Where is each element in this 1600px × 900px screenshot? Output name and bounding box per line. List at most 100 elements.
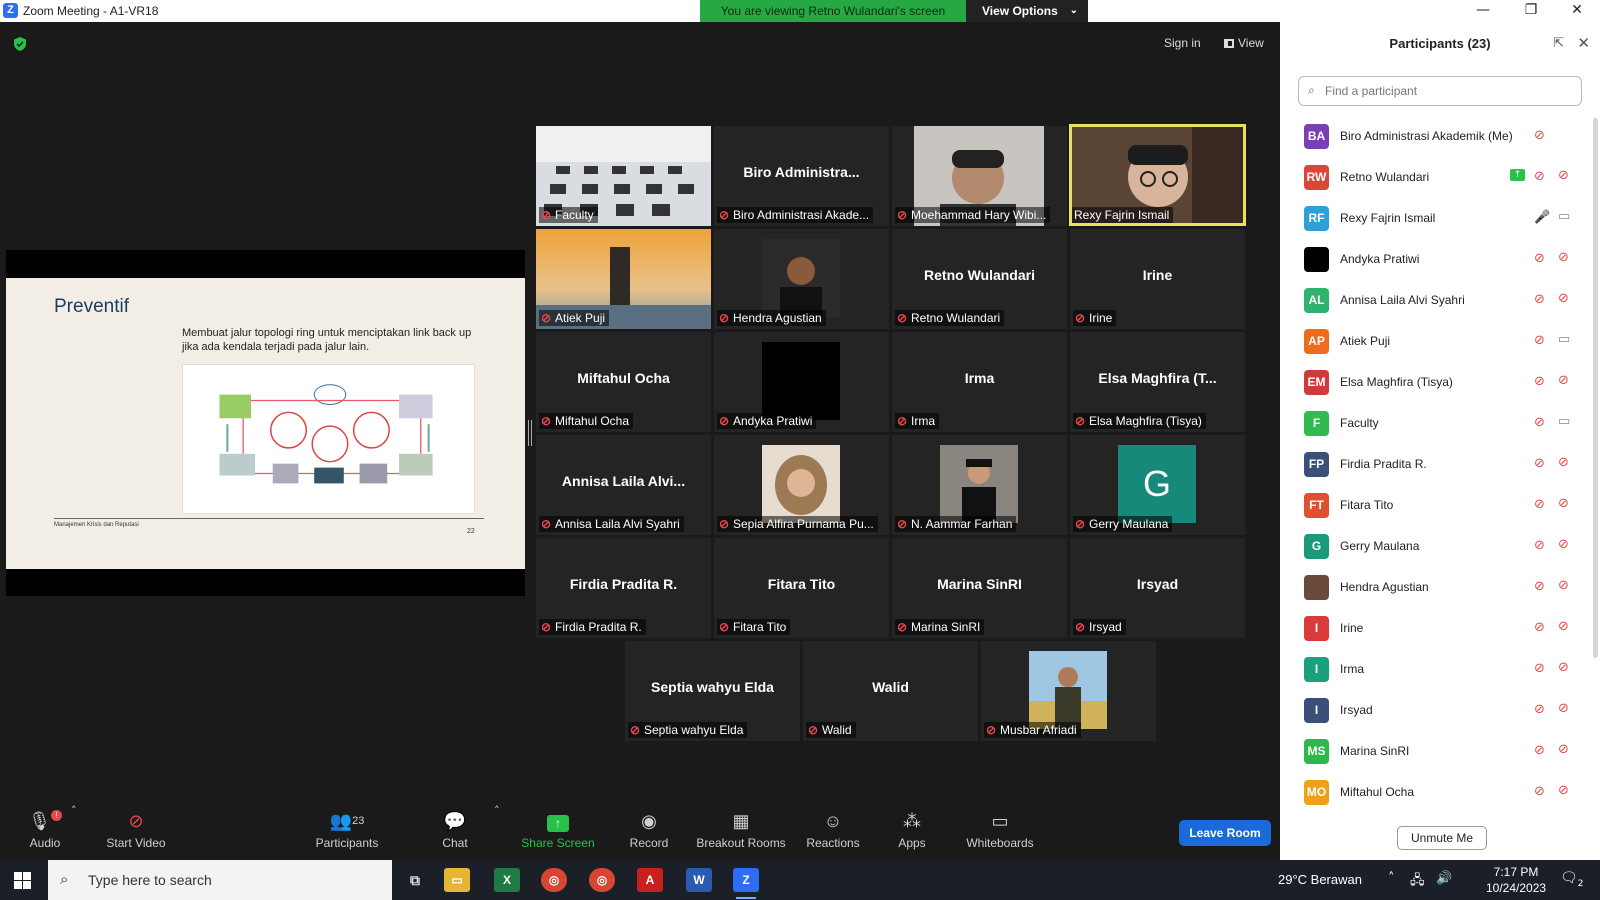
- tile-participant-name: Moehammad Hary Wibi...: [911, 208, 1047, 222]
- taskbar-search-box[interactable]: ⌕ Type here to search: [48, 860, 392, 900]
- video-tile[interactable]: Fitara Tito ⊘ Fitara Tito: [714, 538, 889, 638]
- participant-row[interactable]: I Irma ⊘ ⊘: [1280, 649, 1592, 690]
- video-tile[interactable]: ⊘ Sepia Alfira Purnama Pu...: [714, 435, 889, 535]
- windows-start-icon[interactable]: [14, 872, 31, 889]
- sign-in-link[interactable]: Sign in: [1164, 36, 1201, 50]
- breakout-rooms-label: Breakout Rooms: [696, 836, 786, 850]
- network-icon[interactable]: 🖧: [1410, 871, 1425, 893]
- video-tile[interactable]: Elsa Maghfira (T... ⊘ Elsa Maghfira (Tisy…: [1070, 332, 1245, 432]
- reactions-button[interactable]: ☺ Reactions: [788, 810, 878, 850]
- participant-row[interactable]: Andyka Pratiwi ⊘ ⊘: [1280, 239, 1592, 280]
- video-tile[interactable]: Annisa Laila Alvi... ⊘ Annisa Laila Alvi …: [536, 435, 711, 535]
- participant-row[interactable]: MS Marina SinRI ⊘ ⊘: [1280, 731, 1592, 772]
- unmute-me-button[interactable]: Unmute Me: [1397, 826, 1487, 850]
- start-video-button[interactable]: ⊘ Start Video: [91, 810, 181, 850]
- participant-row[interactable]: MO Miftahul Ocha ⊘ ⊘: [1280, 772, 1592, 813]
- avatar: RW: [1304, 165, 1329, 190]
- camera-off-icon: ⊘: [1558, 291, 1569, 306]
- video-tile[interactable]: ⊘ Hendra Agustian: [714, 229, 889, 329]
- share-screen-button[interactable]: ↑ Share Screen: [513, 810, 603, 850]
- chrome-profile-icon[interactable]: ◎: [589, 868, 615, 892]
- video-tile[interactable]: ⊘ N. Aammar Farhan: [892, 435, 1067, 535]
- zoom-app-icon[interactable]: Z: [733, 868, 759, 899]
- notifications-icon[interactable]: 🗨2: [1560, 870, 1584, 889]
- taskbar-search-placeholder: Type here to search: [88, 872, 212, 888]
- weather-widget[interactable]: 29°C Berawan: [1278, 872, 1362, 887]
- video-tile[interactable]: ⊘ Atiek Puji: [536, 229, 711, 329]
- video-tile[interactable]: Walid ⊘ Walid: [803, 641, 978, 741]
- participant-row[interactable]: AL Annisa Laila Alvi Syahri ⊘ ⊘: [1280, 280, 1592, 321]
- close-window-button[interactable]: ✕: [1554, 0, 1600, 22]
- audio-options-chevron-icon[interactable]: ˄: [71, 804, 77, 817]
- active-speaker-tile[interactable]: Rexy Fajrin Ismail: [1069, 124, 1246, 226]
- participant-row[interactable]: I Irsyad ⊘ ⊘: [1280, 690, 1592, 731]
- video-tile[interactable]: ⊘ Andyka Pratiwi: [714, 332, 889, 432]
- muted-mic-icon: ⊘: [897, 311, 908, 325]
- participant-row[interactable]: I Irine ⊘ ⊘: [1280, 608, 1592, 649]
- zoom-logo-icon: Z: [3, 3, 18, 18]
- close-icon[interactable]: ✕: [1577, 34, 1590, 52]
- file-explorer-icon[interactable]: ▭: [444, 868, 470, 892]
- participant-search[interactable]: ⌕: [1298, 76, 1582, 106]
- video-tile[interactable]: G ⊘ Gerry Maulana: [1070, 435, 1245, 535]
- muted-mic-icon: ⊘: [541, 208, 552, 222]
- chat-button[interactable]: 💬 Chat: [420, 810, 490, 850]
- camera-off-icon: ⊘: [1558, 250, 1569, 265]
- breakout-rooms-button[interactable]: ▦ Breakout Rooms: [686, 810, 796, 850]
- shared-screen[interactable]: Preventif Membuat jalur topologi ring un…: [6, 250, 525, 596]
- participant-row[interactable]: EM Elsa Maghfira (Tisya) ⊘ ⊘: [1280, 362, 1592, 403]
- participant-row[interactable]: Hendra Agustian ⊘ ⊘: [1280, 567, 1592, 608]
- video-tile[interactable]: Retno Wulandari ⊘ Retno Wulandari: [892, 229, 1067, 329]
- video-tile[interactable]: Miftahul Ocha ⊘ Miftahul Ocha: [536, 332, 711, 432]
- audio-button[interactable]: 🎙! Audio: [0, 810, 90, 850]
- view-options-button[interactable]: View Options ⌄: [966, 0, 1088, 22]
- volume-icon[interactable]: 🔊: [1436, 871, 1452, 886]
- video-tile[interactable]: ⊘ Faculty: [536, 126, 711, 226]
- video-tile[interactable]: Biro Administra... ⊘ Biro Administrasi Ak…: [714, 126, 889, 226]
- view-button[interactable]: View: [1224, 36, 1264, 50]
- participant-row[interactable]: G Gerry Maulana ⊘ ⊘: [1280, 526, 1592, 567]
- participant-row[interactable]: AP Atiek Puji ⊘ ▭: [1280, 321, 1592, 362]
- camera-off-icon: ⊘: [1558, 742, 1569, 757]
- video-tile[interactable]: Irma ⊘ Irma: [892, 332, 1067, 432]
- excel-icon[interactable]: X: [494, 868, 520, 892]
- participant-row[interactable]: RF Rexy Fajrin Ismail 🎤 ▭: [1280, 198, 1592, 239]
- participant-row[interactable]: BA Biro Administrasi Akademik (Me) ⊘: [1280, 116, 1592, 157]
- share-screen-icon: ↑: [513, 810, 603, 832]
- participant-search-input[interactable]: [1325, 82, 1575, 100]
- encryption-shield-icon[interactable]: [12, 36, 28, 52]
- show-hidden-icons-icon[interactable]: ˄: [1388, 871, 1395, 886]
- participant-row[interactable]: FP Firdia Pradita R. ⊘ ⊘: [1280, 444, 1592, 485]
- leave-room-button[interactable]: Leave Room: [1179, 820, 1271, 846]
- taskbar-clock[interactable]: 7:17 PM 10/24/2023: [1486, 864, 1546, 896]
- camera-off-icon: ⊘: [1558, 619, 1569, 634]
- participant-row[interactable]: RW Retno Wulandari ↑ ⊘ ⊘: [1280, 157, 1592, 198]
- task-view-icon[interactable]: ⧉: [402, 868, 428, 892]
- maximize-button[interactable]: ❐: [1508, 0, 1554, 22]
- split-view-drag-handle[interactable]: [528, 420, 532, 446]
- apps-button[interactable]: ⁂ Apps: [867, 810, 957, 850]
- chat-options-chevron-icon[interactable]: ˄: [494, 804, 500, 817]
- chrome-icon[interactable]: ◎: [541, 868, 567, 892]
- video-tile[interactable]: Irine ⊘ Irine: [1070, 229, 1245, 329]
- muted-mic-icon: ⊘: [541, 517, 552, 531]
- avatar: BA: [1304, 124, 1329, 149]
- video-tile[interactable]: Marina SinRI ⊘ Marina SinRI: [892, 538, 1067, 638]
- video-tile[interactable]: Firdia Pradita R. ⊘ Firdia Pradita R.: [536, 538, 711, 638]
- participants-button[interactable]: 👥23 Participants: [302, 810, 392, 850]
- video-tile[interactable]: ⊘ Moehammad Hary Wibi...: [892, 126, 1067, 226]
- participant-row[interactable]: FT Fitara Tito ⊘ ⊘: [1280, 485, 1592, 526]
- video-tile[interactable]: Irsyad ⊘ Irsyad: [1070, 538, 1245, 638]
- word-icon[interactable]: W: [686, 868, 712, 892]
- participant-list-scrollbar[interactable]: [1593, 118, 1598, 658]
- avatar: G: [1304, 534, 1329, 559]
- participant-row[interactable]: F Faculty ⊘ ▭: [1280, 403, 1592, 444]
- pop-out-icon[interactable]: ⇱: [1553, 36, 1564, 51]
- video-tile[interactable]: Septia wahyu Elda ⊘ Septia wahyu Elda: [625, 641, 800, 741]
- whiteboards-button[interactable]: ▭ Whiteboards: [955, 810, 1045, 850]
- video-tile[interactable]: ⊘ Musbar Afriadi: [981, 641, 1156, 741]
- whiteboard-icon: ▭: [991, 811, 1009, 831]
- minimize-button[interactable]: —: [1460, 0, 1506, 22]
- acrobat-icon[interactable]: A: [637, 868, 663, 892]
- record-button[interactable]: ◉ Record: [604, 810, 694, 850]
